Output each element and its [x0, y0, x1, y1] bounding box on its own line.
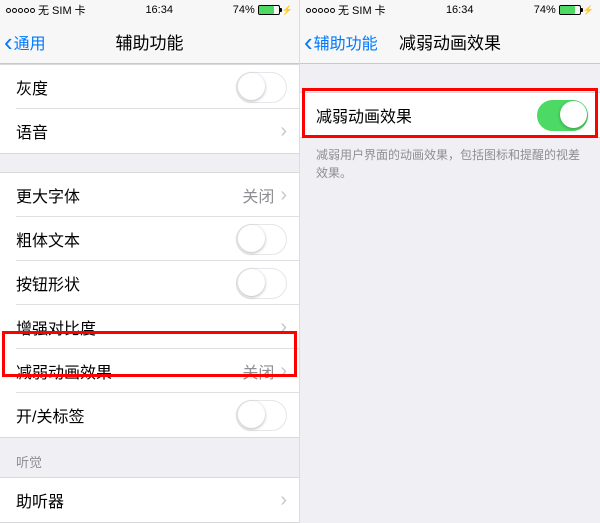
- cell-increase-contrast[interactable]: 增强对比度 ›: [0, 305, 299, 349]
- group-hearing: 助听器 ›: [0, 477, 299, 523]
- toggle-bold-text[interactable]: [236, 224, 287, 255]
- chevron-right-icon: ›: [280, 489, 287, 512]
- carrier-label: 无 SIM 卡: [38, 2, 86, 18]
- chevron-right-icon: ›: [280, 360, 287, 383]
- status-bar: 无 SIM 卡 16:34 74% ⚡: [0, 0, 299, 20]
- toggle-grayscale[interactable]: [236, 72, 287, 103]
- cell-hearing-aids[interactable]: 助听器 ›: [0, 478, 299, 522]
- group-reduce-motion: 减弱动画效果: [300, 92, 600, 138]
- back-label: 通用: [14, 30, 46, 54]
- cell-voice[interactable]: 语音 ›: [0, 109, 299, 153]
- back-button[interactable]: ‹ 辅助功能: [304, 29, 378, 55]
- status-bar: 无 SIM 卡 16:34 74% ⚡: [300, 0, 600, 20]
- cell-larger-text[interactable]: 更大字体 关闭 ›: [0, 173, 299, 217]
- back-label: 辅助功能: [314, 30, 378, 54]
- toggle-button-shapes[interactable]: [236, 268, 287, 299]
- charging-icon: ⚡: [282, 5, 293, 16]
- chevron-left-icon: ‹: [304, 29, 313, 55]
- cell-reduce-motion-toggle[interactable]: 减弱动画效果: [300, 93, 600, 137]
- section-header-hearing: 听觉: [0, 438, 299, 477]
- charging-icon: ⚡: [583, 5, 594, 16]
- signal-dots-icon: [6, 8, 35, 13]
- clock-label: 16:34: [446, 4, 474, 16]
- phone-reduce-motion: 无 SIM 卡 16:34 74% ⚡ ‹ 辅助功能 减弱动画效果 减弱动画效果: [300, 0, 600, 523]
- cell-label: 语音: [16, 119, 48, 143]
- back-button[interactable]: ‹ 通用: [4, 29, 46, 55]
- phone-accessibility: 无 SIM 卡 16:34 74% ⚡ ‹ 通用 辅助功能 灰度: [0, 0, 300, 523]
- chevron-left-icon: ‹: [4, 29, 13, 55]
- cell-grayscale[interactable]: 灰度: [0, 65, 299, 109]
- chevron-right-icon: ›: [280, 120, 287, 143]
- cell-label: 减弱动画效果: [316, 103, 412, 127]
- cell-label: 灰度: [16, 75, 48, 99]
- nav-title: 减弱动画效果: [399, 29, 501, 54]
- group-vision-1: 灰度 语音 ›: [0, 64, 299, 154]
- cell-button-shapes[interactable]: 按钮形状: [0, 261, 299, 305]
- group-vision-2: 更大字体 关闭 › 粗体文本 按钮形状 增强对比度 › 减弱动画效果: [0, 172, 299, 438]
- nav-title: 辅助功能: [116, 29, 184, 54]
- chevron-right-icon: ›: [280, 184, 287, 207]
- cell-label: 更大字体: [16, 183, 80, 207]
- footnote-text: 减弱用户界面的动画效果，包括图标和提醒的视差效果。: [300, 138, 600, 190]
- cell-label: 开/关标签: [16, 403, 84, 427]
- cell-label: 减弱动画效果: [16, 359, 112, 383]
- cell-label: 助听器: [16, 488, 64, 512]
- battery-percent: 74%: [233, 4, 255, 16]
- carrier-label: 无 SIM 卡: [338, 2, 386, 18]
- chevron-right-icon: ›: [280, 316, 287, 339]
- cell-value: 关闭: [242, 359, 274, 383]
- cell-label: 按钮形状: [16, 271, 80, 295]
- clock-label: 16:34: [145, 4, 173, 16]
- signal-dots-icon: [306, 8, 335, 13]
- toggle-on-off-labels[interactable]: [236, 400, 287, 431]
- cell-label: 增强对比度: [16, 315, 96, 339]
- nav-bar: ‹ 通用 辅助功能: [0, 20, 299, 64]
- cell-bold-text[interactable]: 粗体文本: [0, 217, 299, 261]
- toggle-reduce-motion[interactable]: [537, 100, 588, 131]
- nav-bar: ‹ 辅助功能 减弱动画效果: [300, 20, 600, 64]
- cell-label: 粗体文本: [16, 227, 80, 251]
- cell-on-off-labels[interactable]: 开/关标签: [0, 393, 299, 437]
- battery-icon: [559, 5, 581, 15]
- cell-reduce-motion[interactable]: 减弱动画效果 关闭 ›: [0, 349, 299, 393]
- battery-percent: 74%: [534, 4, 556, 16]
- cell-value: 关闭: [242, 183, 274, 207]
- battery-icon: [258, 5, 280, 15]
